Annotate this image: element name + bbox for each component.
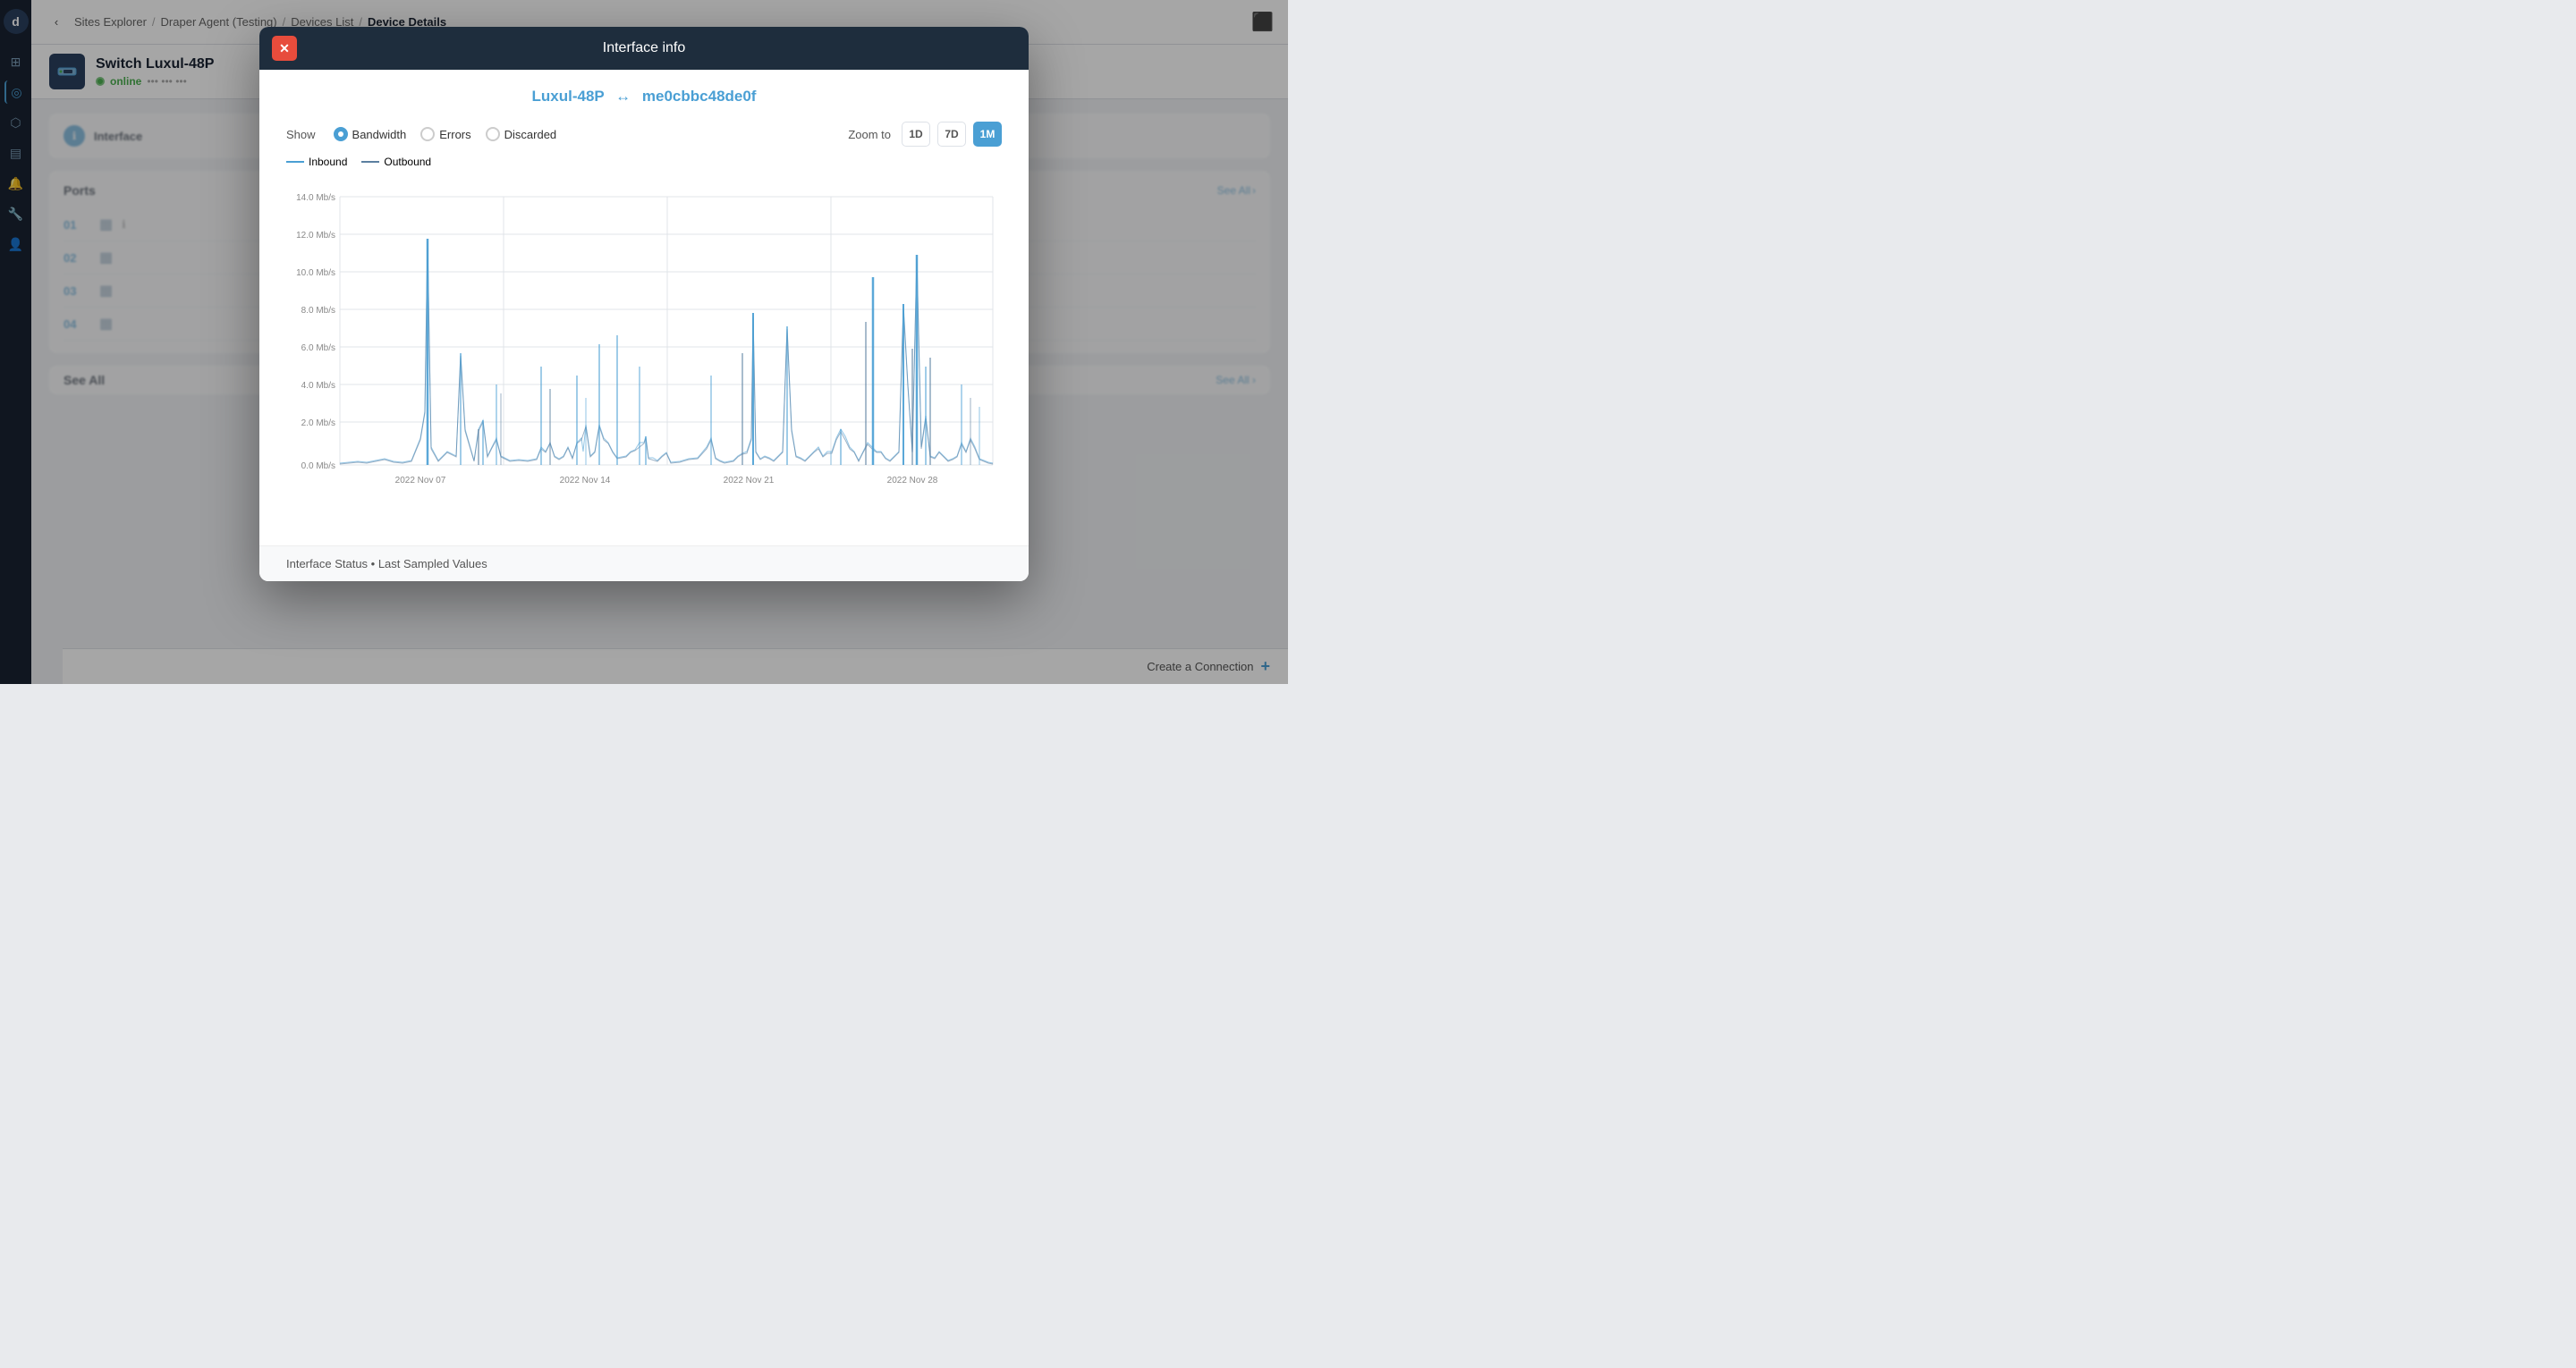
- svg-text:14.0 Mb/s: 14.0 Mb/s: [296, 193, 335, 203]
- bandwidth-radio[interactable]: Bandwidth: [334, 127, 407, 141]
- svg-text:2022 Nov 14: 2022 Nov 14: [560, 476, 611, 486]
- modal-close-button[interactable]: ✕: [272, 36, 297, 61]
- modal-footer: Interface Status • Last Sampled Values: [259, 545, 1029, 581]
- svg-text:12.0 Mb/s: 12.0 Mb/s: [296, 231, 335, 241]
- svg-text:2022 Nov 21: 2022 Nov 21: [724, 476, 775, 486]
- errors-radio[interactable]: Errors: [420, 127, 470, 141]
- discarded-label: Discarded: [504, 128, 557, 141]
- zoom-group: Zoom to 1D 7D 1M: [848, 122, 1002, 147]
- interface-device-name: Luxul-48P: [532, 88, 605, 105]
- legend-outbound: Outbound: [361, 156, 431, 168]
- zoom-7d-button[interactable]: 7D: [937, 122, 966, 147]
- svg-text:2022 Nov 28: 2022 Nov 28: [887, 476, 938, 486]
- discarded-radio-indicator: [486, 127, 500, 141]
- interface-info-modal: ✕ Interface info Luxul-48P ↔ me0cbbc48de…: [259, 27, 1029, 581]
- legend-inbound: Inbound: [286, 156, 347, 168]
- errors-label: Errors: [439, 128, 470, 141]
- modal-body: Luxul-48P ↔ me0cbbc48de0f Show Bandwidth…: [259, 70, 1029, 545]
- show-group: Show Bandwidth Errors Discarded: [286, 127, 556, 141]
- svg-text:0.0 Mb/s: 0.0 Mb/s: [301, 461, 335, 471]
- bandwidth-label: Bandwidth: [352, 128, 407, 141]
- legend-outbound-line: [361, 161, 379, 163]
- interface-title: Luxul-48P ↔ me0cbbc48de0f: [286, 88, 1002, 106]
- zoom-label: Zoom to: [848, 128, 891, 141]
- chart-legend: Inbound Outbound: [286, 156, 1002, 168]
- controls-row: Show Bandwidth Errors Discarded Zoom to …: [286, 122, 1002, 147]
- zoom-1m-button[interactable]: 1M: [973, 122, 1002, 147]
- legend-inbound-line: [286, 161, 304, 163]
- svg-text:4.0 Mb/s: 4.0 Mb/s: [301, 381, 335, 391]
- interface-arrow-icon: ↔: [615, 88, 631, 105]
- chart-svg: 14.0 Mb/s 12.0 Mb/s 10.0 Mb/s 8.0 Mb/s 6…: [286, 179, 1002, 519]
- discarded-radio[interactable]: Discarded: [486, 127, 557, 141]
- errors-radio-indicator: [420, 127, 435, 141]
- zoom-1d-button[interactable]: 1D: [902, 122, 930, 147]
- svg-text:8.0 Mb/s: 8.0 Mb/s: [301, 306, 335, 316]
- interface-mac-address: me0cbbc48de0f: [642, 88, 757, 105]
- legend-inbound-label: Inbound: [309, 156, 347, 168]
- svg-text:2022 Nov 07: 2022 Nov 07: [395, 476, 446, 486]
- bandwidth-radio-indicator: [334, 127, 348, 141]
- bandwidth-chart: 14.0 Mb/s 12.0 Mb/s 10.0 Mb/s 8.0 Mb/s 6…: [286, 179, 1002, 519]
- footer-status-text: Interface Status • Last Sampled Values: [286, 557, 487, 570]
- modal-header: ✕ Interface info: [259, 27, 1029, 70]
- svg-text:2.0 Mb/s: 2.0 Mb/s: [301, 418, 335, 428]
- svg-text:6.0 Mb/s: 6.0 Mb/s: [301, 343, 335, 353]
- svg-text:10.0 Mb/s: 10.0 Mb/s: [296, 268, 335, 278]
- legend-outbound-label: Outbound: [384, 156, 431, 168]
- show-label: Show: [286, 128, 316, 141]
- modal-title: Interface info: [603, 40, 686, 56]
